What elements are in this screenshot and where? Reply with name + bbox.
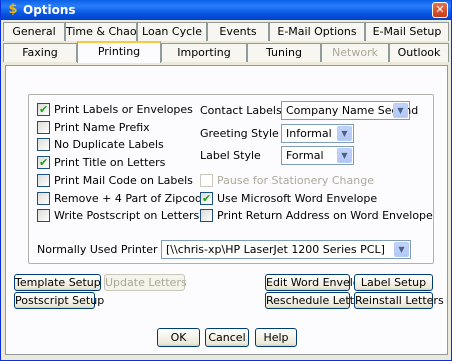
checkbox-label: No Duplicate Labels (54, 138, 164, 151)
edit-word-envelope-button[interactable]: Edit Word Envelope (265, 274, 373, 291)
checkbox-box (37, 192, 50, 205)
greeting-style-select[interactable]: Informal ▼ (281, 124, 354, 143)
tab-outlook[interactable]: Outlook (389, 43, 449, 62)
print-labels-checkbox[interactable]: Print Labels or Envelopes (37, 103, 193, 117)
checkbox-label: Remove + 4 Part of Zipcode (54, 192, 209, 205)
label-style-select[interactable]: Formal ▼ (281, 146, 354, 165)
chevron-down-icon[interactable]: ▼ (337, 148, 352, 163)
tab-general[interactable]: General (3, 22, 65, 41)
checkbox-label: Print Name Prefix (54, 121, 150, 134)
printer-select[interactable]: [\\chris-xp\HP LaserJet 1200 Series PCL]… (161, 240, 411, 259)
title-bar[interactable]: $ Options ✕ (1, 0, 451, 20)
tab-time-chaos[interactable]: Time & Chaos (65, 22, 137, 41)
help-button[interactable]: Help (255, 328, 297, 347)
chevron-down-icon[interactable]: ▼ (393, 103, 408, 118)
update-letters-button: Update Letters (104, 274, 187, 291)
contact-labels-select[interactable]: Company Name Second ▼ (281, 101, 418, 120)
window-title: Options (23, 3, 76, 17)
checkbox-box (37, 174, 50, 187)
template-setup-button[interactable]: Template Setup (14, 274, 101, 291)
contact-labels-label: Contact Labels (200, 104, 282, 117)
tab-email-options[interactable]: E-Mail Options (269, 22, 365, 41)
options-dialog: $ Options ✕ General Time & Chaos Loan Cy… (0, 0, 452, 361)
close-icon[interactable]: ✕ (432, 2, 448, 18)
checkbox-label: Use Microsoft Word Envelope (217, 192, 378, 205)
chevron-down-icon[interactable]: ▼ (394, 242, 409, 257)
write-postscript-checkbox[interactable]: Write Postscript on Letters (37, 209, 199, 223)
label-style-label: Label Style (200, 149, 261, 162)
reschedule-letters-button[interactable]: Reschedule Letters (265, 292, 371, 309)
printer-label: Normally Used Printer (37, 243, 158, 256)
select-value: Formal (286, 149, 324, 162)
tab-events[interactable]: Events (207, 22, 269, 41)
ok-button[interactable]: OK (157, 328, 200, 347)
tab-network: Network (321, 43, 389, 62)
checkbox-label: Print Labels or Envelopes (54, 103, 193, 116)
checkbox-box (37, 138, 50, 151)
print-title-checkbox[interactable]: Print Title on Letters (37, 156, 165, 170)
tab-printing[interactable]: Printing (77, 41, 161, 63)
checkbox-box (37, 209, 50, 222)
postscript-setup-button[interactable]: Postscript Setup (14, 292, 104, 309)
checkbox-box (200, 209, 213, 222)
checkbox-label: Write Postscript on Letters (54, 209, 200, 222)
checkbox-label: Print Mail Code on Labels (54, 174, 193, 187)
checkbox-box (37, 156, 50, 169)
remove-zip4-checkbox[interactable]: Remove + 4 Part of Zipcode (37, 192, 209, 206)
tab-importing[interactable]: Importing (161, 43, 247, 62)
select-value: [\\chris-xp\HP LaserJet 1200 Series PCL] (166, 243, 385, 256)
greeting-style-label: Greeting Style (200, 127, 279, 140)
checkbox-box (37, 103, 50, 116)
print-name-prefix-checkbox[interactable]: Print Name Prefix (37, 121, 150, 135)
checkbox-box (37, 121, 50, 134)
checkbox-box (200, 192, 213, 205)
reinstall-letters-button[interactable]: Reinstall Letters (354, 292, 444, 309)
checkbox-box (200, 174, 213, 187)
checkbox-label: Pause for Stationery Change (217, 174, 374, 187)
select-value: Informal (286, 127, 332, 140)
tab-tuning[interactable]: Tuning (247, 43, 321, 62)
cancel-button[interactable]: Cancel (205, 328, 249, 347)
checkbox-label: Print Title on Letters (54, 156, 166, 169)
print-return-address-checkbox[interactable]: Print Return Address on Word Envelope (200, 209, 433, 223)
pause-stationery-checkbox: Pause for Stationery Change (200, 174, 374, 188)
print-mail-code-checkbox[interactable]: Print Mail Code on Labels (37, 174, 193, 188)
checkbox-label: Print Return Address on Word Envelope (217, 209, 433, 222)
use-word-envelope-checkbox[interactable]: Use Microsoft Word Envelope (200, 192, 377, 206)
label-setup-button[interactable]: Label Setup (354, 274, 433, 291)
chevron-down-icon[interactable]: ▼ (337, 126, 352, 141)
no-duplicate-labels-checkbox[interactable]: No Duplicate Labels (37, 138, 164, 152)
tab-faxing[interactable]: Faxing (3, 43, 77, 62)
tab-loan-cycle[interactable]: Loan Cycle (137, 22, 207, 41)
tab-email-setup[interactable]: E-Mail Setup (365, 22, 449, 41)
dollar-icon: $ (8, 2, 18, 17)
